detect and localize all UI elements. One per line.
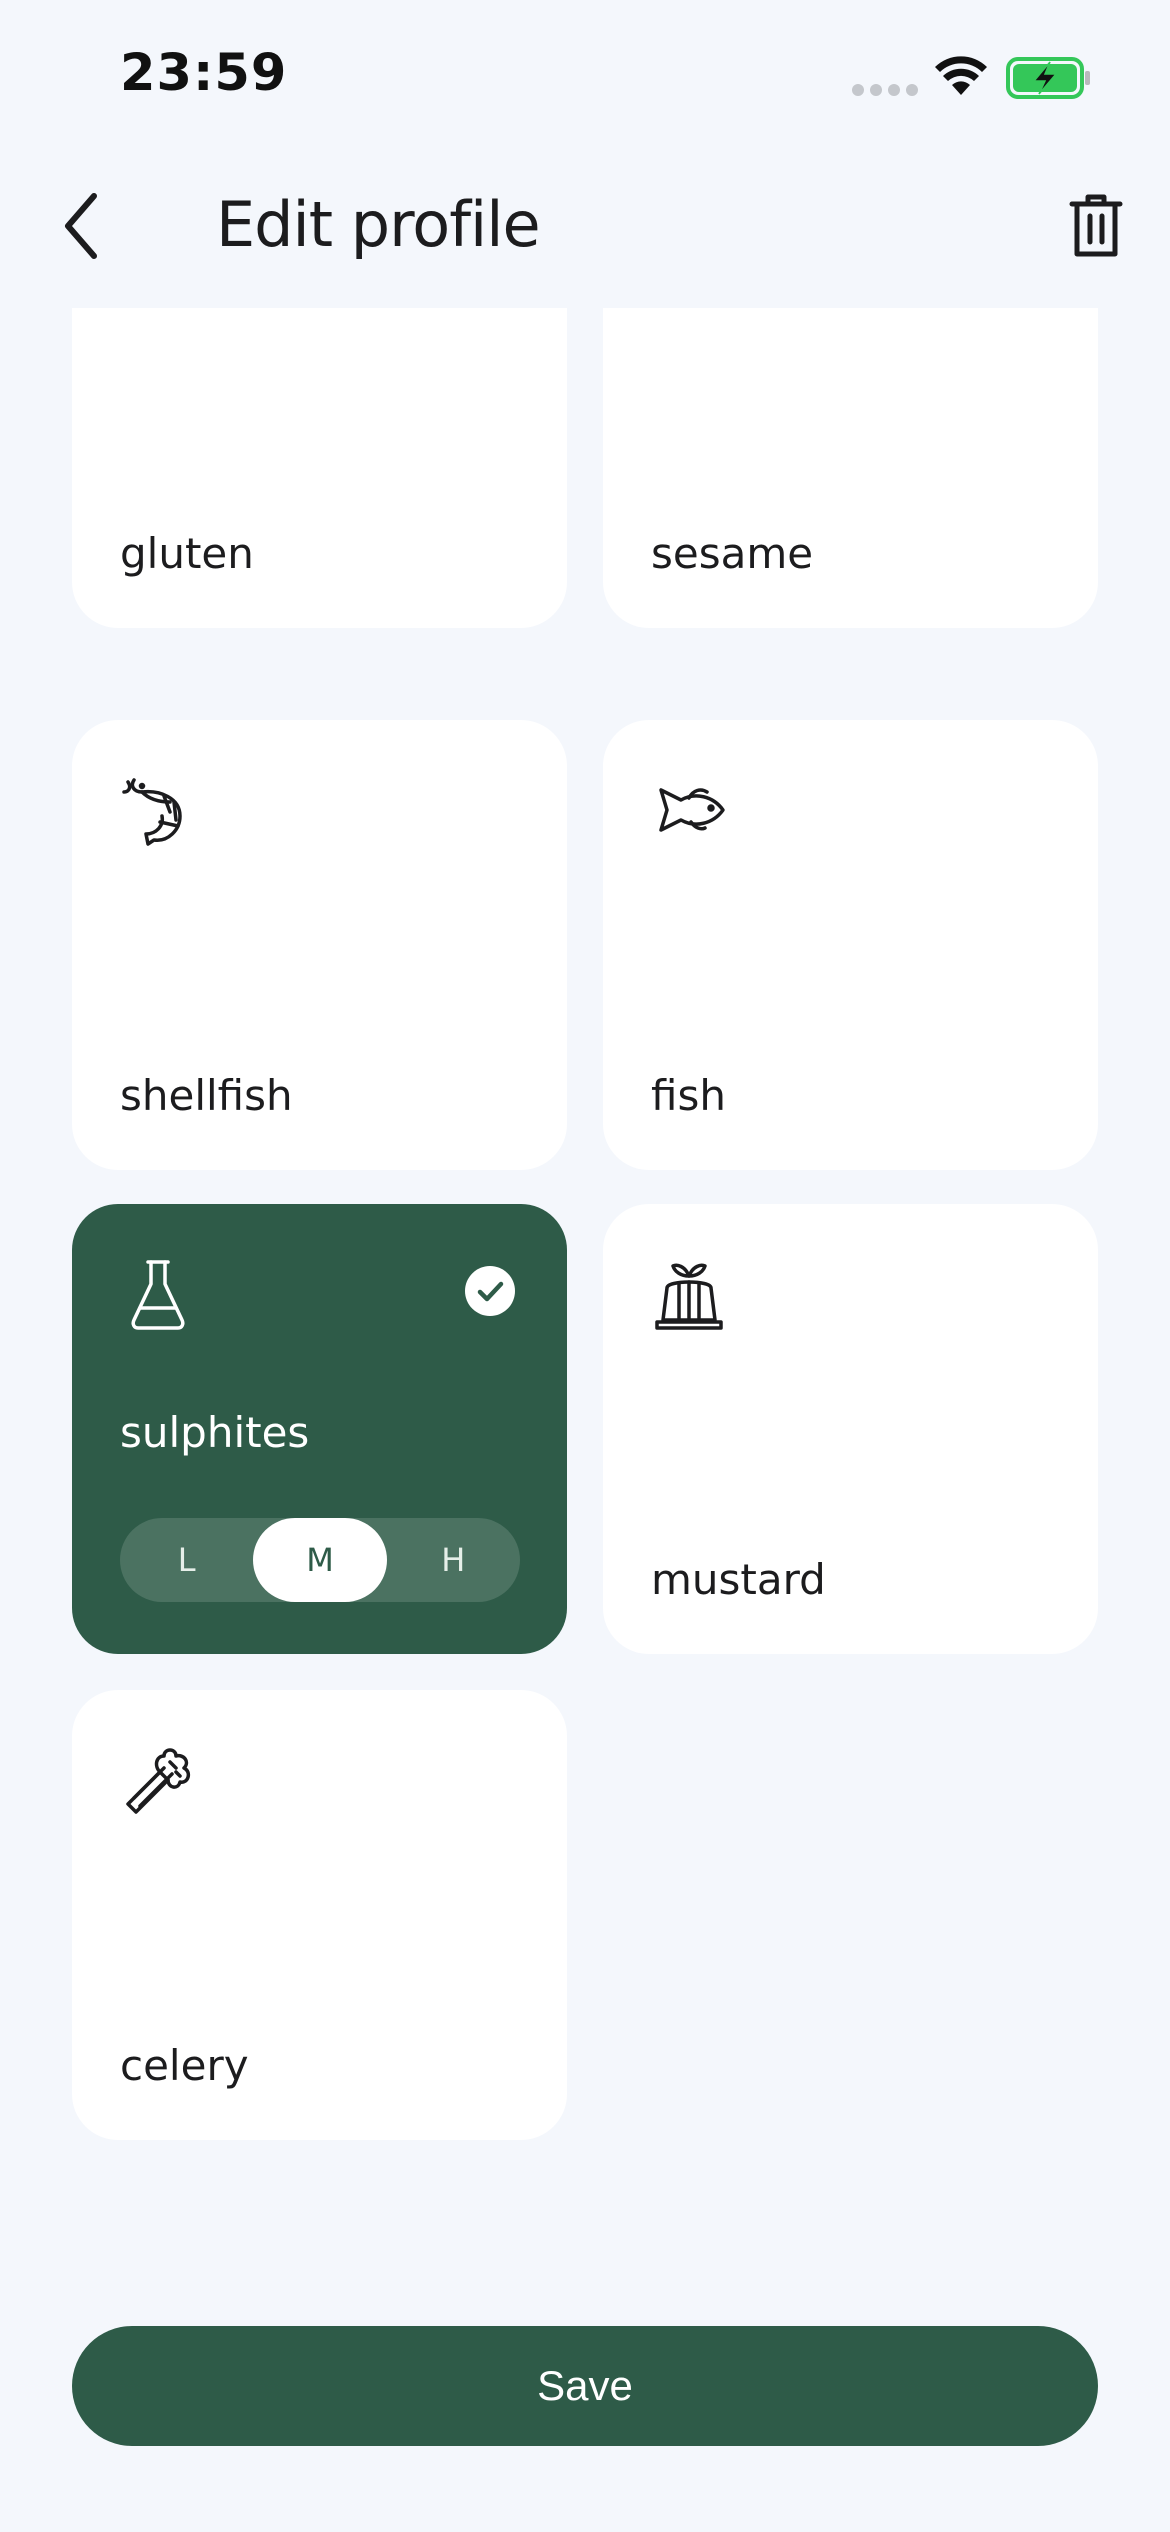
allergen-label: sesame [651,529,814,578]
level-option-low[interactable]: L [120,1518,253,1602]
allergen-label: sulphites [120,1408,310,1457]
trash-icon[interactable] [1068,192,1124,260]
allergen-card-fish[interactable]: fish [603,720,1098,1170]
allergen-label: celery [120,2041,249,2090]
cellular-signal-icon [852,84,918,96]
allergen-label: gluten [120,529,254,578]
battery-charging-icon [1006,57,1090,99]
celery-icon [126,1748,191,1814]
allergen-card-mustard[interactable]: mustard [603,1204,1098,1654]
fish-icon [659,788,725,832]
check-circle-icon [465,1266,515,1316]
save-button[interactable]: Save [72,2326,1098,2446]
allergen-label: fish [651,1071,726,1120]
level-option-high[interactable]: H [387,1518,520,1602]
allergen-label: shellfish [120,1071,293,1120]
wifi-icon [935,56,987,95]
jelly-mold-icon [655,1263,723,1330]
shrimp-icon [122,778,182,846]
allergen-grid[interactable]: gluten sesame shellfish fish sulphites L… [0,308,1170,2308]
back-chevron-icon[interactable] [56,188,112,264]
flask-icon [131,1260,185,1330]
severity-level-toggle[interactable]: L M H [120,1518,520,1602]
allergen-card-celery[interactable]: celery [72,1690,567,2140]
status-time: 23:59 [120,44,288,103]
edit-profile-screen: 23:59 Edit profile gluten sesame shellfi… [0,0,1170,2532]
allergen-card-gluten[interactable]: gluten [72,308,567,628]
allergen-card-sesame[interactable]: sesame [603,308,1098,628]
allergen-label: mustard [651,1555,826,1604]
level-option-medium[interactable]: M [253,1518,387,1602]
page-title: Edit profile [216,188,541,261]
allergen-card-shellfish[interactable]: shellfish [72,720,567,1170]
allergen-card-sulphites[interactable]: sulphites L M H [72,1204,567,1654]
